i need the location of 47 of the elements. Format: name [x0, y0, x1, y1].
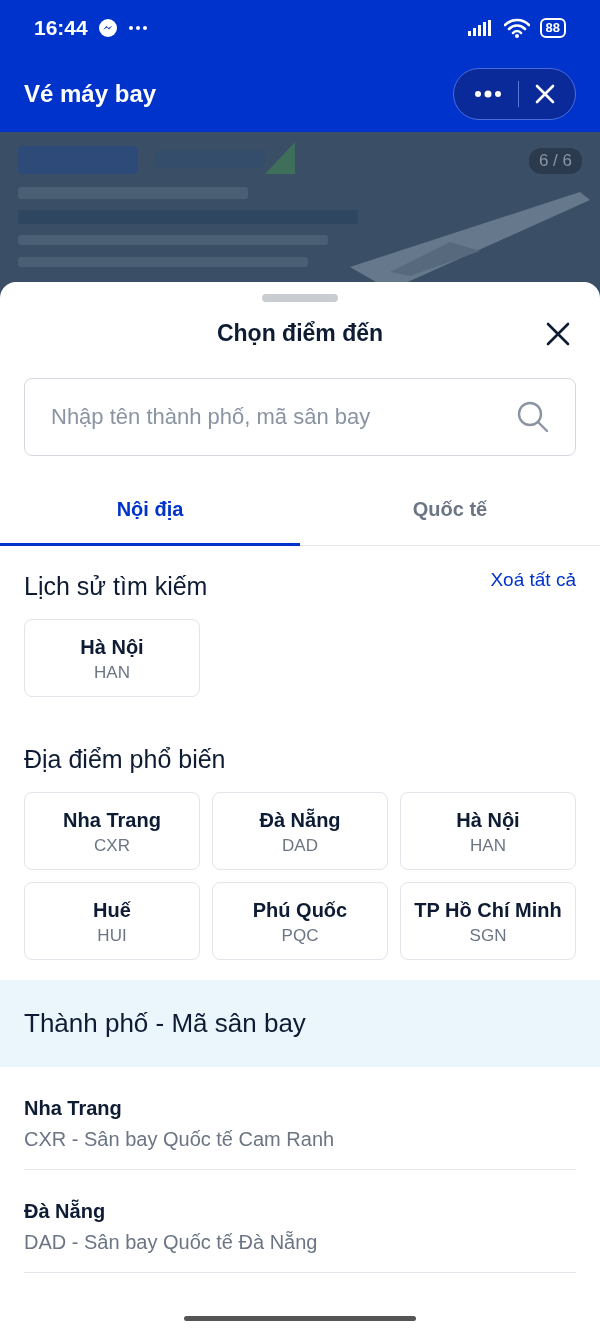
search-icon — [516, 400, 550, 434]
signal-icon — [467, 19, 494, 36]
airport-code: PQC — [281, 926, 319, 946]
city-chip[interactable]: Hà Nội HAN — [24, 619, 200, 697]
airport-name: DAD - Sân bay Quốc tế Đà Nẵng — [24, 1231, 319, 1254]
more-icon — [127, 24, 148, 31]
airport-code: HAN — [94, 663, 130, 683]
clear-all-link[interactable]: Xoá tất cả — [490, 568, 576, 591]
city-name: Nha Trang — [63, 808, 161, 832]
airport-code: CXR — [94, 836, 130, 856]
city-chip[interactable]: Đà Nẵng DAD — [212, 792, 388, 870]
airport-name: CXR - Sân bay Quốc tế Cam Ranh — [24, 1128, 336, 1151]
city-name: Nha Trang — [24, 1097, 123, 1120]
airport-code: HAN — [470, 836, 506, 856]
airport-row[interactable]: Nha Trang CXR - Sân bay Quốc tế Cam Ranh — [24, 1067, 576, 1170]
drag-handle[interactable] — [262, 294, 338, 302]
city-name: Hà Nội — [80, 635, 144, 659]
city-name: TP Hồ Chí Minh — [414, 898, 562, 922]
city-name: Huế — [93, 898, 131, 922]
status-time: 16:44 — [34, 15, 88, 40]
city-chip[interactable]: Phú Quốc PQC — [212, 882, 388, 960]
section-title: Lịch sử tìm kiếm — [24, 572, 208, 601]
airport-code: HUI — [97, 926, 127, 946]
city-chip[interactable]: Huế HUI — [24, 882, 200, 960]
airport-row[interactable]: Đà Nẵng DAD - Sân bay Quốc tế Đà Nẵng — [24, 1170, 576, 1273]
airport-code: SGN — [469, 926, 507, 946]
city-chip[interactable]: Nha Trang CXR — [24, 792, 200, 870]
section-title: Thành phố - Mã sân bay — [24, 1008, 306, 1038]
city-chip[interactable]: Hà Nội HAN — [400, 792, 576, 870]
city-name: Hà Nội — [456, 808, 520, 832]
city-chip[interactable]: TP Hồ Chí Minh SGN — [400, 882, 576, 960]
city-name: Đà Nẵng — [24, 1200, 107, 1223]
sheet-title: Chọn điểm đến — [216, 319, 384, 347]
page-counter: 6 / 6 — [528, 148, 582, 174]
city-name: Phú Quốc — [252, 898, 348, 922]
tab[interactable]: Nội địa — [0, 478, 300, 546]
city-name: Đà Nẵng — [259, 808, 341, 832]
page-title: Vé máy bay — [24, 79, 157, 108]
wifi-icon — [503, 17, 530, 38]
airport-code: DAD — [282, 836, 318, 856]
battery-icon: 88 — [539, 17, 566, 38]
messenger-icon — [97, 17, 118, 38]
more-icon[interactable] — [474, 89, 502, 98]
search-field[interactable]: Nhập tên thành phố, mã sân bay — [24, 378, 576, 456]
section-title: Địa điểm phổ biến — [24, 745, 226, 774]
tab[interactable]: Quốc tế — [300, 478, 600, 546]
close-icon[interactable] — [546, 322, 570, 346]
